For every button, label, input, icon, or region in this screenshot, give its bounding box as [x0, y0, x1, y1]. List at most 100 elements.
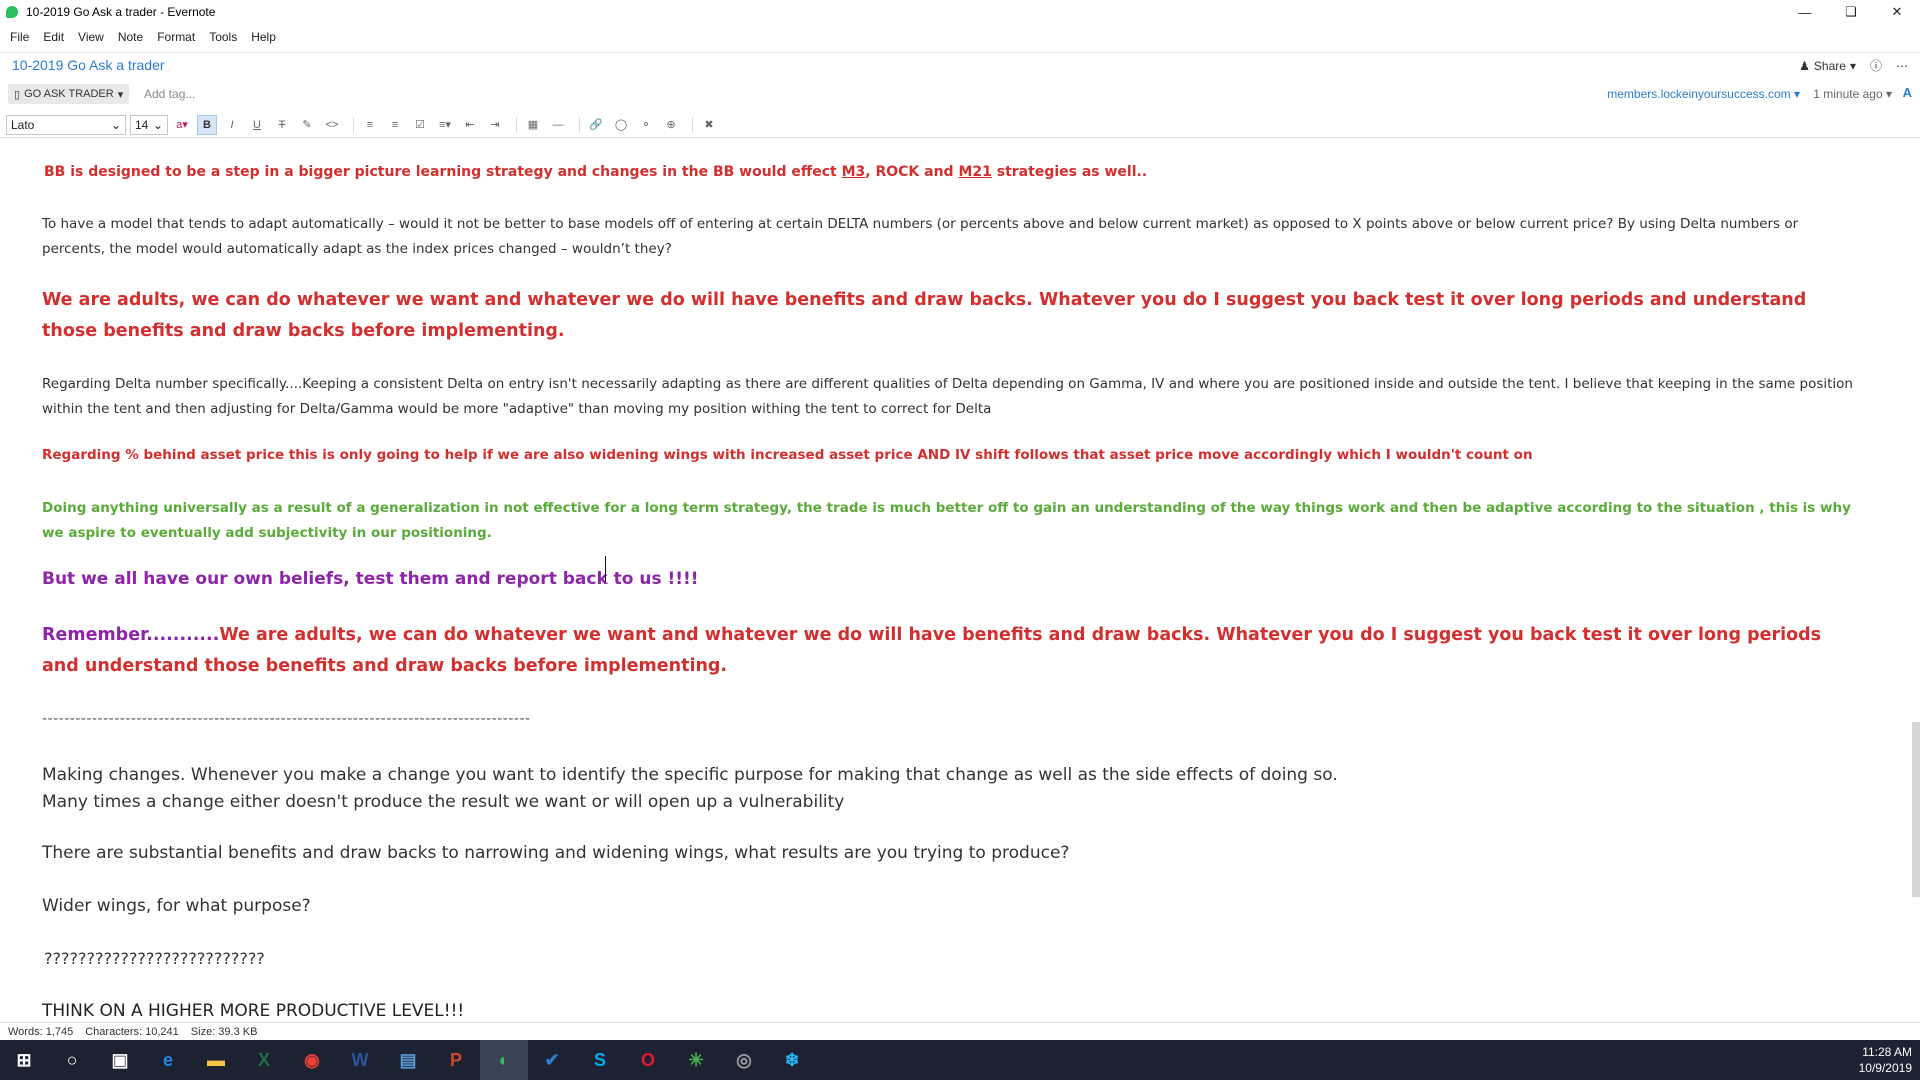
taskbar-excel-button[interactable]: X: [240, 1040, 288, 1080]
bold-icon[interactable]: B: [197, 114, 217, 135]
checkbox-icon[interactable]: ☑: [410, 115, 430, 135]
task-view-icon: ▣: [111, 1049, 129, 1070]
paragraph-delta-question: To have a model that tends to adapt auto…: [42, 216, 1799, 257]
taskbar-camera-app-button[interactable]: ◎: [720, 1040, 768, 1080]
close-button[interactable]: ✕: [1874, 0, 1920, 24]
chevron-down-icon: ⌄: [110, 117, 121, 132]
attachment-icon[interactable]: ◯: [611, 115, 631, 135]
windows-start-icon: ⊞: [16, 1049, 32, 1070]
separator-line: ----------------------------------------…: [42, 711, 531, 727]
highlight-color-icon[interactable]: a▾: [172, 115, 192, 135]
outdent-icon[interactable]: ⇤: [460, 115, 480, 135]
code-icon[interactable]: <>: [322, 115, 342, 135]
paragraph-generalization: Doing anything universally as a result o…: [42, 500, 1851, 541]
note-editor[interactable]: BB is designed to be a step in a bigger …: [0, 140, 1920, 1020]
taskbar-skype-button[interactable]: S: [576, 1040, 624, 1080]
font-color-icon[interactable]: A: [1903, 85, 1912, 100]
paragraph-adults-note: We are adults, we can do whatever we wan…: [42, 290, 1807, 341]
todo-icon: ✔: [544, 1049, 560, 1070]
more-options-icon[interactable]: ⋯: [1896, 59, 1908, 73]
bullet-list-icon[interactable]: ≡: [360, 115, 380, 135]
menu-help[interactable]: Help: [251, 30, 276, 44]
evernote-logo-icon: [6, 6, 18, 18]
note-size: Size: 39.3 KB: [190, 1025, 258, 1038]
chevron-down-icon: ▾: [117, 88, 124, 101]
underline-icon[interactable]: U: [247, 115, 267, 135]
source-url-link[interactable]: members.lockeinyoursuccess.com ▾: [1607, 87, 1800, 101]
horizontal-rule-icon[interactable]: —: [548, 115, 568, 135]
indent-icon[interactable]: ⇥: [485, 115, 505, 135]
highlighter-icon[interactable]: ✎: [297, 115, 317, 135]
add-tag-input[interactable]: Add tag...: [144, 87, 195, 101]
paragraph-wider-wings: Wider wings, for what purpose?: [42, 896, 311, 916]
minimize-button[interactable]: —: [1782, 0, 1828, 24]
word-count: Words: 1,745: [8, 1025, 74, 1038]
taskbar-chrome-button[interactable]: ◉: [288, 1040, 336, 1080]
snowflake-app-icon: ❄: [784, 1049, 800, 1070]
strikethrough-icon[interactable]: T: [272, 115, 292, 135]
font-size-select[interactable]: 14 ⌄: [130, 114, 168, 135]
share-button[interactable]: ♟ Share ▾: [1799, 59, 1856, 73]
menu-note[interactable]: Note: [118, 30, 143, 44]
menu-tools[interactable]: Tools: [209, 30, 237, 44]
excel-icon: X: [257, 1049, 270, 1070]
menu-edit[interactable]: Edit: [43, 30, 64, 44]
menu-format[interactable]: Format: [157, 30, 195, 44]
people-icon: ♟: [1799, 58, 1810, 73]
paragraph-think-higher: THINK ON A HIGHER MORE PRODUCTIVE LEVEL!…: [42, 1001, 465, 1020]
taskbar-apps: ⊞ ○ ▣ e ▬ X ◉ W ▤ P ◐ ✔ S O ✳ ◎ ❄: [0, 1040, 816, 1080]
info-icon[interactable]: ⓘ: [1870, 57, 1882, 74]
taskbar-task-view-button[interactable]: ▣: [96, 1040, 144, 1080]
italic-icon[interactable]: I: [222, 115, 242, 135]
notebook-name: GO ASK TRADER: [24, 88, 114, 100]
numbered-list-icon[interactable]: ≡: [385, 115, 405, 135]
table-icon[interactable]: ▦: [523, 115, 543, 135]
clock-date: 10/9/2019: [1858, 1061, 1912, 1075]
link-icon[interactable]: 🔗: [586, 115, 606, 135]
note-title[interactable]: 10-2019 Go Ask a trader: [12, 57, 165, 73]
taskbar-file-explorer-button[interactable]: ▬: [192, 1040, 240, 1080]
taskbar-edge-button[interactable]: e: [144, 1040, 192, 1080]
taskbar-notebook-app-button[interactable]: ▤: [384, 1040, 432, 1080]
taskbar-opera-button[interactable]: O: [624, 1040, 672, 1080]
font-family-select[interactable]: Lato ⌄: [6, 114, 126, 135]
taskbar-search-button[interactable]: ○: [48, 1040, 96, 1080]
taskbar-trading-app-button[interactable]: ✳: [672, 1040, 720, 1080]
paragraph-bb-strategy: BB is designed to be a step in a bigger …: [44, 164, 1148, 180]
taskbar-word-button[interactable]: W: [336, 1040, 384, 1080]
m3-link[interactable]: M3: [842, 164, 866, 180]
notebook-selector[interactable]: ▯ GO ASK TRADER ▾: [8, 84, 130, 104]
text-cursor: [605, 556, 607, 582]
paragraph-wings: There are substantial benefits and draw …: [42, 843, 1070, 863]
paragraph-delta-specific: Regarding Delta number specifically....K…: [42, 376, 1853, 417]
align-icon[interactable]: ≡▾: [435, 115, 455, 135]
record-audio-icon[interactable]: ⚬: [636, 115, 656, 135]
last-updated[interactable]: 1 minute ago ▾: [1813, 87, 1892, 101]
file-explorer-icon: ▬: [207, 1049, 225, 1070]
encrypt-icon[interactable]: ⊕: [661, 115, 681, 135]
vertical-scrollbar-thumb[interactable]: [1912, 722, 1920, 897]
taskbar-todo-button[interactable]: ✔: [528, 1040, 576, 1080]
character-count: Characters: 10,241: [85, 1025, 179, 1038]
clear-formatting-icon[interactable]: ✖: [699, 115, 719, 135]
paragraph-remember: Remember...........We are adults, we can…: [42, 625, 1822, 676]
system-clock[interactable]: 11:28 AM 10/9/2019: [1859, 1044, 1912, 1076]
menu-file[interactable]: File: [10, 30, 29, 44]
taskbar-snowflake-app-button[interactable]: ❄: [768, 1040, 816, 1080]
paragraph-beliefs: But we all have our own beliefs, test th…: [42, 569, 699, 589]
toolbar-divider: [692, 116, 693, 133]
taskbar-powerpoint-button[interactable]: P: [432, 1040, 480, 1080]
toolbar-divider: [516, 116, 517, 133]
skype-icon: S: [593, 1049, 606, 1070]
m21-link[interactable]: M21: [958, 164, 991, 180]
taskbar-evernote-button[interactable]: ◐: [480, 1040, 528, 1080]
chrome-icon: ◉: [304, 1049, 320, 1070]
camera-app-icon: ◎: [736, 1049, 752, 1070]
restore-button[interactable]: ❏: [1828, 0, 1874, 24]
menu-view[interactable]: View: [78, 30, 104, 44]
powerpoint-icon: P: [449, 1049, 462, 1070]
note-header: 10-2019 Go Ask a trader ♟ Share ▾ ⓘ ⋯: [0, 52, 1920, 78]
format-toolbar: Lato ⌄ 14 ⌄ a▾ B I U T ✎ <> ≡ ≡ ☑ ≡▾ ⇤ ⇥ ▦…: [0, 112, 1920, 138]
evernote-icon: ◐: [498, 1049, 510, 1070]
taskbar-windows-start-button[interactable]: ⊞: [0, 1040, 48, 1080]
